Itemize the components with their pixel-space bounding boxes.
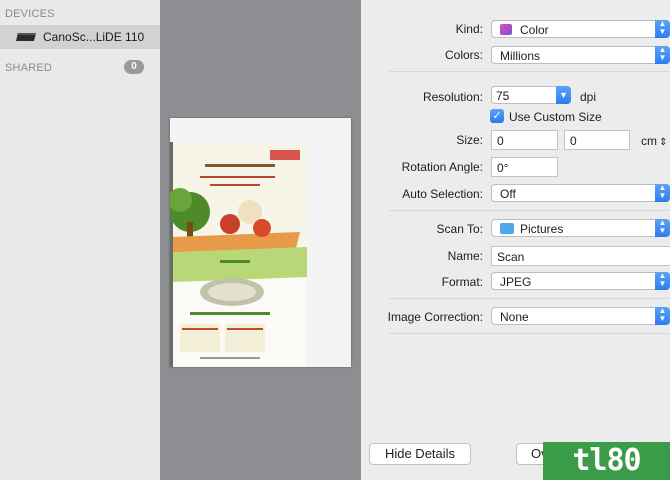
rotation-angle-label: Rotation Angle:: [401, 160, 483, 174]
size-label: Size:: [456, 133, 483, 147]
resolution-label: Resolution:: [422, 90, 483, 104]
image-correction-popup[interactable]: None ▲ ▼: [491, 307, 670, 325]
scan-to-label: Scan To:: [436, 222, 483, 236]
name-field[interactable]: Scan: [491, 246, 670, 266]
resolution-combo[interactable]: 75 ▼: [491, 86, 571, 104]
popup-arrows-icon: ▲ ▼: [655, 20, 670, 38]
size-unit-popup[interactable]: cm ⇕: [641, 134, 667, 148]
auto-selection-label: Auto Selection:: [402, 187, 483, 201]
sidebar: DEVICES CanoSc...LiDE 110 SHARED 0: [0, 0, 161, 480]
divider: [389, 298, 670, 299]
devices-header: DEVICES: [5, 8, 55, 20]
popup-arrows-icon: ▲ ▼: [655, 46, 670, 64]
use-custom-size-checkbox[interactable]: ✓: [490, 109, 504, 123]
color-icon: [500, 24, 512, 35]
format-popup[interactable]: JPEG ▲ ▼: [491, 272, 670, 290]
format-label: Format:: [441, 275, 483, 289]
popup-arrows-icon: ▲ ▼: [655, 184, 670, 202]
shared-count-badge: 0: [124, 60, 144, 74]
watermark-logo: tl80: [543, 442, 670, 480]
kind-popup[interactable]: Color ▲ ▼: [491, 20, 670, 38]
checkmark-icon: ✓: [492, 110, 502, 122]
divider: [389, 333, 670, 334]
scan-preview-area[interactable]: [160, 0, 361, 480]
popup-arrows-icon: ▲ ▼: [655, 219, 670, 237]
chevron-down-icon: ▼: [556, 86, 571, 104]
stepper-icon: ⇕: [659, 137, 668, 148]
scanner-icon: [16, 33, 36, 41]
device-name: CanoSc...LiDE 110: [43, 30, 145, 44]
use-custom-size-label: Use Custom Size: [509, 110, 602, 124]
colors-popup[interactable]: Millions ▲ ▼: [491, 46, 670, 64]
scan-to-popup[interactable]: Pictures ▲ ▼: [491, 219, 670, 237]
auto-selection-popup[interactable]: Off ▲ ▼: [491, 184, 670, 202]
size-width-field[interactable]: 0: [491, 130, 558, 150]
popup-arrows-icon: ▲ ▼: [655, 272, 670, 290]
sidebar-item-scanner[interactable]: CanoSc...LiDE 110: [0, 25, 160, 49]
divider: [389, 210, 670, 211]
name-label: Name:: [447, 249, 483, 263]
scan-settings-panel: Kind: Color ▲ ▼ Colors: Millions ▲ ▼ Resol…: [361, 0, 670, 480]
scan-bed: [170, 118, 351, 367]
rotation-angle-field[interactable]: 0°: [491, 157, 558, 177]
hide-details-button[interactable]: Hide Details: [369, 443, 471, 465]
shared-header: SHARED: [5, 62, 53, 74]
scanned-document-preview: [170, 142, 307, 367]
kind-label: Kind:: [455, 22, 483, 36]
colors-label: Colors:: [444, 48, 483, 62]
size-height-field[interactable]: 0: [564, 130, 630, 150]
divider: [389, 71, 670, 72]
resolution-unit: dpi: [580, 90, 597, 104]
folder-icon: [500, 223, 514, 234]
image-correction-label: Image Correction:: [387, 310, 483, 324]
document-artwork: [170, 142, 307, 359]
popup-arrows-icon: ▲ ▼: [655, 307, 670, 325]
